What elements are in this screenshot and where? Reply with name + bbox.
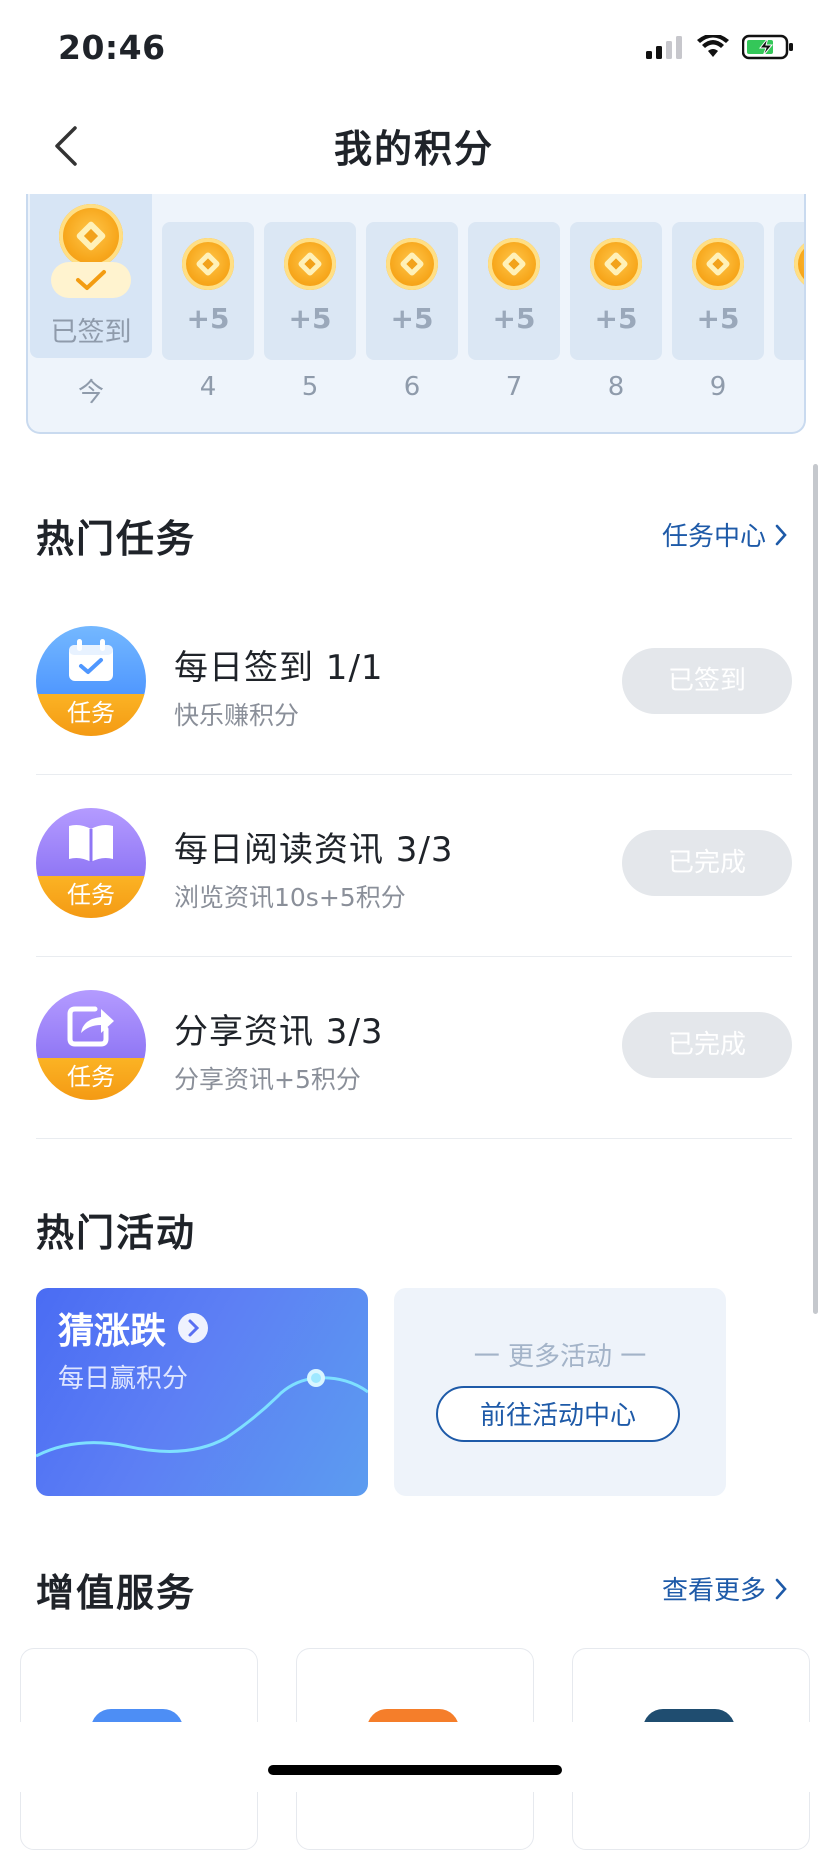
day-points: +5 <box>492 302 536 335</box>
coin-icon <box>488 238 540 290</box>
day-label: 4 <box>199 372 217 402</box>
task-desc: 浏览资讯10s+5积分 <box>174 883 406 912</box>
signin-day-today: 已签到 今 <box>30 194 152 432</box>
chevron-right-icon <box>775 524 787 545</box>
bottom-safe-area <box>0 1722 828 1792</box>
signin-day-box: +5 <box>672 222 764 360</box>
check-icon <box>51 262 131 298</box>
signin-today-box: 已签到 <box>30 194 152 358</box>
coin-icon <box>284 238 336 290</box>
coin-icon <box>590 238 642 290</box>
share-icon <box>67 1006 114 1047</box>
guess-title: 猜涨跌 <box>58 1311 167 1352</box>
task-center-label: 任务中心 <box>661 522 766 552</box>
signin-day-box: +5 <box>264 222 356 360</box>
activity-center-button[interactable]: 前往活动中心 <box>436 1386 680 1442</box>
task-name: 每日签到 1/1 <box>174 648 384 688</box>
signin-panel[interactable]: 已签到 今 +5 4 +5 5 +5 6 +5 7 +5 8 +5 9 + <box>26 194 806 434</box>
signin-day: +5 6 <box>366 194 458 432</box>
value-services-title: 增值服务 <box>36 1571 197 1615</box>
signin-day-box: +5 <box>366 222 458 360</box>
coin-icon <box>386 238 438 290</box>
coin-icon <box>692 238 744 290</box>
signin-day-box: +5 <box>162 222 254 360</box>
scrollbar[interactable] <box>813 464 818 1314</box>
status-time: 20:46 <box>58 28 166 67</box>
signin-day-box: + <box>774 222 804 360</box>
status-bar: 20:46 <box>0 0 828 98</box>
task-name: 分享资讯 3/3 <box>174 1012 384 1052</box>
page-title: 我的积分 <box>333 127 494 171</box>
home-indicator[interactable] <box>268 1765 562 1775</box>
view-more-link[interactable]: 查看更多 <box>662 1570 788 1607</box>
task-tag: 任务 <box>36 1058 146 1100</box>
signal-icon <box>646 36 682 59</box>
calendar-icon <box>69 639 113 681</box>
navbar: 我的积分 <box>0 98 828 194</box>
signin-day: +5 8 <box>570 194 662 432</box>
day-label: 今 <box>77 378 104 408</box>
guess-title-row: 猜涨跌 <box>58 1302 210 1354</box>
signin-days-strip[interactable]: 已签到 今 +5 4 +5 5 +5 6 +5 7 +5 8 +5 9 + <box>28 194 804 432</box>
signin-day: +5 7 <box>468 194 560 432</box>
day-points: +5 <box>186 302 230 335</box>
arrow-right-circle-icon <box>178 1313 209 1343</box>
hot-activities-title: 热门活动 <box>36 1211 197 1255</box>
book-icon <box>69 825 113 862</box>
task-item: 任务 每日阅读资讯 3/3 浏览资讯10s+5积分 已完成 <box>36 774 792 957</box>
coin-icon <box>182 238 234 290</box>
battery-charging-icon <box>742 34 793 60</box>
chevron-right-icon <box>775 1578 787 1599</box>
task-icon: 任务 <box>36 990 146 1100</box>
signin-day: + 1( <box>774 194 804 432</box>
day-label: 5 <box>301 372 319 402</box>
task-status-button[interactable]: 已完成 <box>622 830 792 896</box>
status-icons <box>646 34 794 60</box>
task-desc: 分享资讯+5积分 <box>174 1065 361 1094</box>
task-tag: 任务 <box>36 876 146 918</box>
more-activities-title: 一 更多活动 一 <box>473 1342 647 1372</box>
task-center-link[interactable]: 任务中心 <box>662 516 788 553</box>
signin-day: +5 4 <box>162 194 254 432</box>
task-item: 任务 每日签到 1/1 快乐赚积分 已签到 <box>36 592 792 775</box>
day-points: +5 <box>696 302 740 335</box>
task-icon: 任务 <box>36 626 146 736</box>
task-tag: 任务 <box>36 694 146 736</box>
day-label: 7 <box>505 372 523 402</box>
day-points: +5 <box>288 302 332 335</box>
day-label: 6 <box>403 372 421 402</box>
day-label: 8 <box>607 372 625 402</box>
signin-day-box: +5 <box>570 222 662 360</box>
signin-day: +5 5 <box>264 194 356 432</box>
day-label: 9 <box>709 372 727 402</box>
task-status-button[interactable]: 已完成 <box>622 1012 792 1078</box>
task-status-button[interactable]: 已签到 <box>622 648 792 714</box>
task-icon: 任务 <box>36 808 146 918</box>
task-item: 任务 分享资讯 3/3 分享资讯+5积分 已完成 <box>36 956 792 1139</box>
task-desc: 快乐赚积分 <box>174 701 300 730</box>
coin-icon <box>794 238 804 290</box>
wifi-icon <box>697 35 729 57</box>
view-more-label: 查看更多 <box>661 1576 766 1606</box>
coin-icon <box>59 204 123 268</box>
signin-day-box: +5 <box>468 222 560 360</box>
signin-day: +5 9 <box>672 194 764 432</box>
guess-subtitle: 每日赢积分 <box>58 1364 189 1394</box>
hot-tasks-title: 热门任务 <box>36 517 197 561</box>
day-points: +5 <box>390 302 434 335</box>
task-name: 每日阅读资讯 3/3 <box>174 830 454 870</box>
more-activities-card: 一 更多活动 一 前往活动中心 <box>394 1288 726 1496</box>
signed-status: 已签到 <box>50 317 132 348</box>
day-points: +5 <box>594 302 638 335</box>
guess-activity-card[interactable]: 猜涨跌 每日赢积分 <box>36 1288 368 1496</box>
